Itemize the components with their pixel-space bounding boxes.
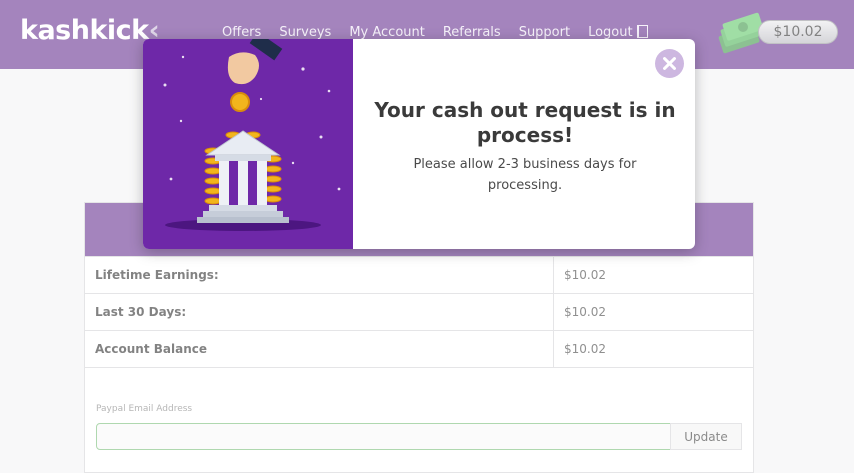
bank-coin-illustration <box>163 39 341 231</box>
modal-title: Your cash out request is in process! <box>374 98 676 147</box>
cashout-modal: Your cash out request is in process! Ple… <box>143 39 695 249</box>
modal-illustration <box>143 39 353 249</box>
modal-message: Please allow 2-3 business days for proce… <box>413 157 637 193</box>
close-icon[interactable] <box>655 49 684 78</box>
